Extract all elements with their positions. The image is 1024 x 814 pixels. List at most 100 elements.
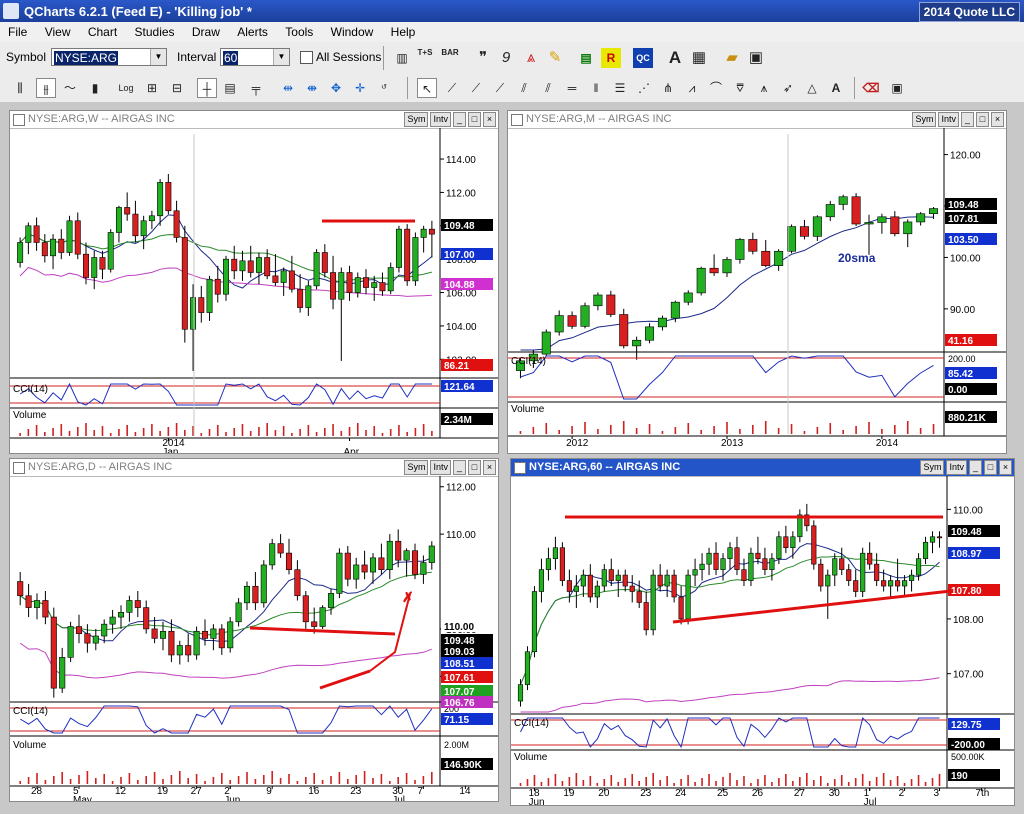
- last-value-label: 190: [951, 771, 968, 782]
- menu-chart[interactable]: Chart: [80, 22, 123, 39]
- vertical-line-icon[interactable]: ‖: [586, 78, 606, 98]
- close-icon[interactable]: ×: [483, 460, 496, 475]
- quote-icon[interactable]: ❞: [473, 48, 493, 68]
- log-scale-icon[interactable]: Log: [116, 78, 136, 98]
- text-a-icon[interactable]: A: [665, 48, 685, 68]
- regression-icon[interactable]: ⩚: [754, 78, 774, 98]
- bar-chart-icon[interactable]: ▥: [392, 48, 412, 68]
- trendline-icon[interactable]: ⟋: [442, 78, 462, 98]
- open-folder-icon[interactable]: ▰: [722, 48, 742, 68]
- volume-bar: [582, 780, 585, 786]
- parallel-lines-icon[interactable]: ⫽: [538, 78, 558, 98]
- menu-window[interactable]: Window: [323, 22, 380, 39]
- intv-link-button[interactable]: Intv: [430, 112, 451, 127]
- reset-icon[interactable]: ↺: [374, 78, 394, 98]
- sym-link-button[interactable]: Sym: [920, 460, 945, 475]
- cycle-icon[interactable]: ⩢: [730, 78, 750, 98]
- menu-draw[interactable]: Draw: [184, 22, 226, 39]
- maximize-icon[interactable]: □: [468, 112, 481, 127]
- candle-body: [297, 288, 304, 308]
- alert-icon[interactable]: ⩓: [521, 48, 541, 68]
- candles-icon[interactable]: ⫵: [36, 78, 56, 98]
- speed-lines-icon[interactable]: ⩘: [682, 78, 702, 98]
- scale-icon[interactable]: ╤: [246, 78, 266, 98]
- qc-icon[interactable]: QC: [633, 48, 653, 68]
- sym-link-button[interactable]: Sym: [404, 460, 429, 475]
- sym-link-button[interactable]: Sym: [404, 112, 429, 127]
- minimize-icon[interactable]: _: [453, 112, 466, 127]
- close-icon[interactable]: ×: [991, 112, 1004, 127]
- pointer-icon[interactable]: ↖: [417, 78, 437, 98]
- text-tool-icon[interactable]: A: [826, 78, 846, 98]
- expand-icon[interactable]: ✥: [326, 78, 346, 98]
- save-icon[interactable]: ▣: [746, 48, 766, 68]
- arrow-icon[interactable]: ➶: [778, 78, 798, 98]
- ray-icon[interactable]: ⟋: [466, 78, 486, 98]
- chevron-down-icon[interactable]: ▼: [273, 49, 289, 65]
- horizontal-line-icon[interactable]: ═: [562, 78, 582, 98]
- menu-help[interactable]: Help: [383, 22, 422, 39]
- crosshair-icon[interactable]: ┼: [197, 78, 217, 98]
- volume-bar: [53, 776, 55, 784]
- volume-bars-icon[interactable]: ▮: [85, 78, 105, 98]
- intv-link-button[interactable]: Intv: [430, 460, 451, 475]
- symbol-combo[interactable]: NYSE:ARG ▼: [51, 48, 167, 66]
- andrews-pitchfork-icon[interactable]: ⋔: [658, 78, 678, 98]
- intv-link-button[interactable]: Intv: [938, 112, 959, 127]
- draw-pen-icon[interactable]: ✎: [545, 48, 565, 68]
- formula-icon[interactable]: 9: [496, 48, 516, 68]
- close-icon[interactable]: ×: [483, 112, 496, 127]
- pane-hourly[interactable]: NYSE:ARG,60 -- AIRGAS INC Sym Intv _ □ × 110…: [510, 458, 1015, 806]
- pane-weekly[interactable]: NYSE:ARG,W -- AIRGAS INC Sym Intv _ □ × 114.…: [9, 110, 499, 454]
- candle-body: [58, 238, 65, 253]
- menu-file[interactable]: File: [0, 22, 33, 39]
- y-tick-label: 104.00: [446, 322, 477, 333]
- triangle-icon[interactable]: △: [802, 78, 822, 98]
- close-icon[interactable]: ×: [999, 460, 1012, 475]
- bars-icon[interactable]: ⫼: [10, 78, 30, 98]
- zoom-out-icon[interactable]: ⊟: [167, 78, 187, 98]
- bar-data-icon[interactable]: BAR: [440, 48, 460, 68]
- arc-icon[interactable]: ⌒: [706, 78, 726, 98]
- minimize-icon[interactable]: _: [453, 460, 466, 475]
- sym-link-button[interactable]: Sym: [912, 112, 937, 127]
- fit-width-icon[interactable]: ⇹: [278, 78, 298, 98]
- menu-tools[interactable]: Tools: [277, 22, 319, 39]
- r-icon[interactable]: R: [601, 48, 621, 68]
- move-icon[interactable]: ✛: [350, 78, 370, 98]
- candle-body: [185, 645, 192, 656]
- time-sales-icon[interactable]: T+S: [415, 48, 435, 68]
- chevron-down-icon[interactable]: ▼: [150, 49, 166, 65]
- scan-icon[interactable]: ▤: [576, 48, 596, 68]
- pane-monthly[interactable]: NYSE:ARG,M -- AIRGAS INC Sym Intv _ □ × 120.…: [507, 110, 1007, 454]
- all-sessions-checkbox[interactable]: [300, 51, 313, 64]
- interval-combo[interactable]: 60 ▼: [220, 48, 290, 66]
- minimize-icon[interactable]: _: [969, 460, 982, 475]
- gann-icon[interactable]: ⋰: [634, 78, 654, 98]
- pane-daily[interactable]: NYSE:ARG,D -- AIRGAS INC Sym Intv _ □ × 112.…: [9, 458, 499, 802]
- maximize-icon[interactable]: □: [984, 460, 997, 475]
- compress-icon[interactable]: ⇼: [302, 78, 322, 98]
- menu-alerts[interactable]: Alerts: [229, 22, 274, 39]
- data-window-icon[interactable]: ▤: [220, 78, 240, 98]
- candle-body: [741, 569, 747, 581]
- line-chart-icon[interactable]: 〜: [60, 78, 80, 98]
- properties-icon[interactable]: ▣: [887, 78, 907, 98]
- extended-line-icon[interactable]: ⟋: [490, 78, 510, 98]
- candle-body: [165, 182, 172, 212]
- intv-link-button[interactable]: Intv: [946, 460, 967, 475]
- volume-bar: [35, 425, 38, 436]
- channel-icon[interactable]: ⫽: [514, 78, 534, 98]
- maximize-icon[interactable]: □: [976, 112, 989, 127]
- menu-view[interactable]: View: [37, 22, 77, 39]
- candle-body: [683, 292, 693, 303]
- grid-icon[interactable]: ▦: [689, 48, 709, 68]
- menu-studies[interactable]: Studies: [127, 22, 181, 39]
- delete-drawings-icon[interactable]: ⌫: [861, 78, 881, 98]
- maximize-icon[interactable]: □: [468, 460, 481, 475]
- zoom-in-icon[interactable]: ⊞: [142, 78, 162, 98]
- minimize-icon[interactable]: _: [961, 112, 974, 127]
- fibonacci-icon[interactable]: ☰: [610, 78, 630, 98]
- candle-body: [327, 593, 335, 608]
- candle-body: [173, 210, 180, 238]
